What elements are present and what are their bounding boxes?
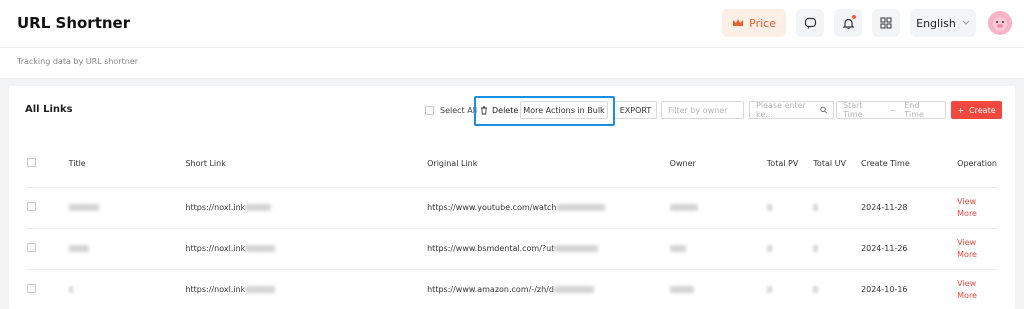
table-header-row: Title Short Link Original Link Owner Tot… (27, 141, 997, 188)
redacted-uv (813, 245, 819, 252)
select-all[interactable]: Select All (425, 101, 477, 119)
notification-dot (852, 15, 856, 19)
original-link[interactable]: https://www.amazon.com/-/zh/d (427, 285, 554, 294)
subtitle-bar: Tracking data by URL shortner (0, 48, 1024, 78)
range-separator: ~ (889, 105, 897, 115)
table-row[interactable]: https://noxl.ink https://www.youtube.com… (27, 187, 997, 229)
redacted-title (68, 286, 73, 293)
notification-button[interactable] (834, 9, 862, 37)
row-checkbox[interactable] (27, 243, 36, 252)
owner-filter-input[interactable]: Filter by owner (661, 101, 744, 119)
short-link[interactable]: https://noxl.ink (185, 285, 245, 294)
language-select[interactable]: English (910, 9, 976, 37)
more-link[interactable]: More (957, 249, 997, 261)
redacted-short-code (245, 245, 276, 252)
start-time: Start Time (843, 101, 863, 119)
redacted-title (68, 245, 89, 252)
original-link[interactable]: https://www.bsmdental.com/?ut (427, 244, 554, 253)
redacted-pv (766, 245, 772, 252)
export-label: EXPORT (619, 105, 652, 115)
header-checkbox[interactable] (27, 158, 36, 168)
short-link[interactable]: https://noxl.ink (185, 244, 245, 253)
more-link[interactable]: More (957, 290, 997, 302)
links-table: Title Short Link Original Link Owner Tot… (27, 141, 997, 309)
redacted-owner (669, 204, 698, 211)
redacted-short-code (245, 204, 272, 211)
chat-button[interactable] (796, 9, 824, 37)
header-actions: Price English (722, 9, 1014, 37)
redacted-uv (813, 286, 819, 293)
create-label: Create (969, 105, 996, 115)
page-title: URL Shortner (17, 14, 131, 32)
col-title: Title (68, 141, 186, 188)
col-owner: Owner (669, 141, 767, 188)
select-all-checkbox[interactable] (425, 105, 434, 115)
redacted-owner (669, 286, 694, 293)
col-total-pv: Total PV (766, 141, 814, 188)
redacted-title (68, 204, 99, 211)
keyword-search-input[interactable]: Please enter ke... (749, 101, 834, 119)
date-range-picker[interactable]: Start Time ~ End Time (836, 101, 946, 119)
view-link[interactable]: View (957, 196, 997, 208)
original-link[interactable]: https://www.youtube.com/watch (427, 203, 556, 212)
redacted-original-tail (556, 204, 605, 211)
create-time: 2024-10-16 (861, 269, 958, 309)
chat-icon (804, 17, 816, 29)
redacted-short-code (245, 286, 276, 293)
price-label: Price (749, 16, 776, 30)
redacted-original-tail (554, 245, 599, 252)
more-link[interactable]: More (957, 208, 997, 220)
keyword-placeholder: Please enter ke... (756, 101, 806, 119)
language-label: English (916, 16, 956, 30)
redacted-pv (766, 204, 772, 211)
col-original-link: Original Link (427, 141, 670, 188)
apps-button[interactable] (872, 9, 900, 37)
chevron-down-icon (962, 20, 970, 25)
page-subtitle: Tracking data by URL shortner (17, 57, 139, 66)
search-icon (820, 106, 827, 114)
avatar[interactable] (986, 9, 1014, 37)
app-header: URL Shortner Price English (0, 0, 1024, 48)
col-create-time: Create Time (861, 141, 958, 188)
redacted-original-tail (553, 286, 594, 293)
col-short-link: Short Link (185, 141, 428, 188)
redacted-uv (813, 204, 819, 211)
pig-avatar-icon (993, 17, 1007, 31)
create-button[interactable]: + Create (951, 101, 1002, 119)
price-button[interactable]: Price (722, 9, 786, 37)
row-checkbox[interactable] (27, 202, 36, 211)
crown-icon (733, 19, 744, 26)
create-time: 2024-11-28 (861, 187, 958, 229)
col-operation: Operation (957, 141, 997, 188)
table-row[interactable]: https://noxl.ink https://www.bsmdental.c… (27, 228, 997, 270)
table-row[interactable]: https://noxl.ink https://www.amazon.com/… (27, 269, 997, 309)
grid-icon (880, 17, 892, 29)
export-button[interactable]: EXPORT (614, 101, 657, 119)
col-total-uv: Total UV (813, 141, 862, 188)
bulk-actions-highlight (474, 96, 615, 126)
select-all-label: Select All (440, 105, 478, 115)
redacted-pv (766, 286, 772, 293)
view-link[interactable]: View (957, 278, 997, 290)
row-checkbox[interactable] (27, 284, 36, 293)
short-link[interactable]: https://noxl.ink (185, 203, 245, 212)
owner-filter-placeholder: Filter by owner (668, 105, 728, 115)
redacted-owner (669, 245, 686, 252)
view-link[interactable]: View (957, 237, 997, 249)
plus-icon: + (957, 105, 965, 115)
create-time: 2024-11-26 (861, 228, 958, 270)
links-panel: All Links Select All Delete More Actions… (9, 86, 1015, 309)
end-time: End Time (904, 101, 924, 119)
